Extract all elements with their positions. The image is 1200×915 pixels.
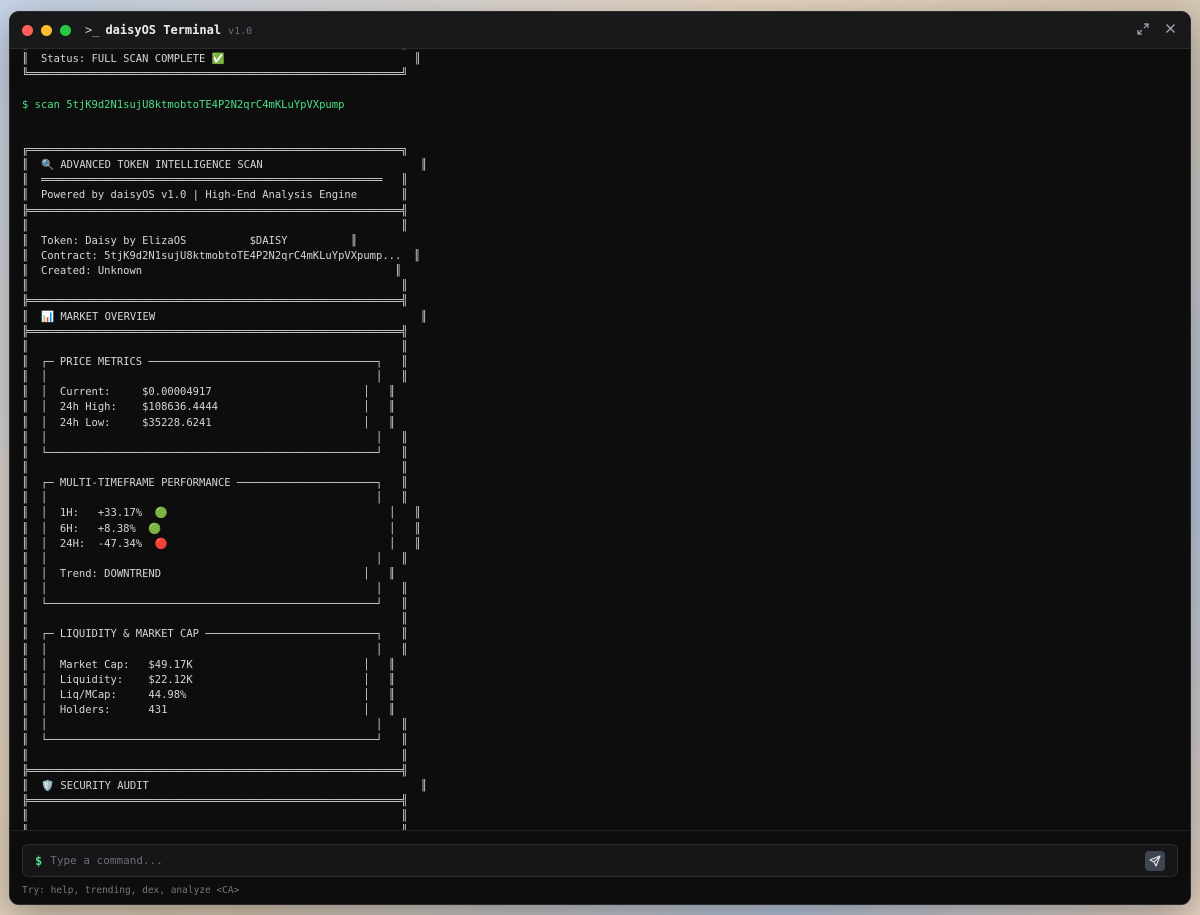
terminal-line: ║ ║ [22, 219, 408, 232]
command-hint: Try: help, trending, dex, analyze <CA> [22, 885, 240, 896]
terminal-line: ║ └─────────────────────────────────────… [22, 598, 408, 611]
terminal-scrollback: ║ Analysis Completed at 2026-01-02 08:52… [22, 49, 427, 830]
terminal-line: ║ ║ [22, 810, 408, 823]
terminal-window: >_ daisyOS Terminal v1.0 ║ Analysis Comp… [9, 11, 1191, 905]
title-bar: >_ daisyOS Terminal v1.0 [10, 12, 1190, 49]
terminal-line: ║ ══════════════════════════════════════… [22, 174, 408, 187]
terminal-line: ║ │ Liq/MCap: 44.98% │ ║ [22, 689, 395, 702]
terminal-line: ║ Status: FULL SCAN COMPLETE ✅ ║ [22, 53, 421, 66]
terminal-line: ║ │ │ ║ [22, 643, 408, 656]
terminal-line: ║ │ 6H: +8.38% 🟢 │ ║ [22, 522, 421, 535]
close-icon[interactable] [1165, 23, 1176, 38]
terminal-line: ║ ║ [22, 613, 408, 626]
terminal-line: ║ Powered by daisyOS v1.0 | High-End Ana… [22, 189, 408, 202]
terminal-line: ║ │ │ ║ [22, 552, 408, 565]
terminal-line: ║ ┌─ MULTI-TIMEFRAME PERFORMANCE ───────… [22, 477, 408, 490]
terminal-line: ╠═══════════════════════════════════════… [22, 204, 408, 217]
terminal-line: ║ │ │ ║ [22, 583, 408, 596]
terminal-line: ║ │ 24h High: $108636.4444 │ ║ [22, 401, 395, 414]
close-window-button[interactable] [22, 24, 33, 36]
version-badge: v1.0 [228, 25, 253, 37]
terminal-line: ║ │ Trend: DOWNTREND │ ║ [22, 567, 395, 580]
terminal-line: ║ ║ [22, 461, 408, 474]
terminal-line: ║ └─────────────────────────────────────… [22, 446, 408, 459]
terminal-line: ║ └─────────────────────────────────────… [22, 734, 408, 747]
terminal-line: ║ │ 1H: +33.17% 🟢 │ ║ [22, 507, 421, 520]
terminal-line: ║ Created: Unknown ║ [22, 265, 402, 278]
terminal-line: ╠═══════════════════════════════════════… [22, 795, 408, 808]
terminal-line: ║ ┌─ PRICE METRICS ─────────────────────… [22, 355, 408, 368]
terminal-line: ║ Contract: 5tjK9d2N1sujU8ktmobtoTE4P2N2… [22, 249, 421, 262]
terminal-line: ║ ║ [22, 340, 408, 353]
terminal-line: ╠═══════════════════════════════════════… [22, 325, 408, 338]
terminal-output[interactable]: ║ Analysis Completed at 2026-01-02 08:52… [10, 49, 1190, 830]
dollar-prompt-icon: $ [35, 853, 43, 868]
terminal-line: ║ │ Holders: 431 │ ║ [22, 704, 395, 717]
zoom-window-button[interactable] [60, 24, 71, 36]
terminal-line: ╚═══════════════════════════════════════… [22, 68, 408, 81]
terminal-line: ║ │ │ ║ [22, 492, 408, 505]
expand-icon[interactable] [1137, 22, 1149, 39]
command-bar: $ Try: help, trending, dex, analyze <CA> [10, 830, 1190, 904]
terminal-line: ║ ║ [22, 749, 408, 762]
terminal-line: ║ │ Market Cap: $49.17K │ ║ [22, 658, 395, 671]
send-button[interactable] [1145, 850, 1165, 871]
send-icon [1149, 854, 1161, 867]
terminal-line: ║ │ │ ║ [22, 431, 408, 444]
minimize-window-button[interactable] [41, 24, 52, 36]
terminal-prompt-icon: >_ [85, 23, 100, 37]
terminal-line: ║ │ 24h Low: $35228.6241 │ ║ [22, 416, 395, 429]
terminal-line: ║ │ 24H: -47.34% 🔴 │ ║ [22, 537, 421, 550]
terminal-line: ║ │ │ ║ [22, 371, 408, 384]
terminal-line: ║ │ Liquidity: $22.12K │ ║ [22, 673, 395, 686]
terminal-line: ║ ┌─ LIQUIDITY & MARKET CAP ────────────… [22, 628, 408, 641]
terminal-line: ║ 📊 MARKET OVERVIEW ║ [22, 310, 428, 323]
terminal-line: ║ 🔍 ADVANCED TOKEN INTELLIGENCE SCAN ║ [22, 159, 428, 172]
terminal-line: ╠═══════════════════════════════════════… [22, 295, 408, 308]
terminal-line: ╠═══════════════════════════════════════… [22, 764, 408, 777]
command-input-box: $ [22, 844, 1178, 877]
terminal-line: ║ │ Current: $0.00004917 │ ║ [22, 386, 395, 399]
command-input[interactable] [50, 854, 1145, 867]
terminal-line: ║ ║ [22, 280, 408, 293]
terminal-line: ║ Token: Daisy by ElizaOS $DAISY ║ [22, 234, 358, 247]
window-title: daisyOS Terminal [105, 23, 222, 37]
terminal-line: ║ │ │ ║ [22, 719, 408, 732]
command-line: $ scan 5tjK9d2N1sujU8ktmobtoTE4P2N2qrC4m… [22, 98, 345, 111]
terminal-line: ║ 🛡️ SECURITY AUDIT ║ [22, 779, 428, 792]
terminal-line: ╔═══════════════════════════════════════… [22, 143, 408, 156]
